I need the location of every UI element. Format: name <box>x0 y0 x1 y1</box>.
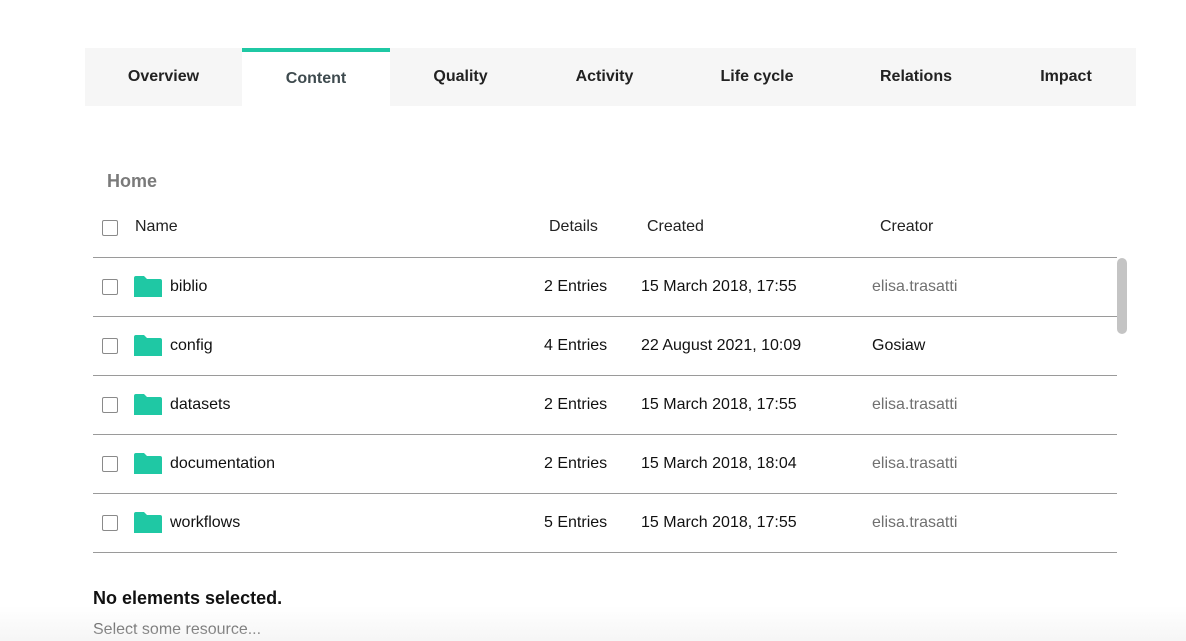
select-all-checkbox[interactable] <box>102 220 118 236</box>
column-header-details[interactable]: Details <box>549 218 598 236</box>
row-checkbox[interactable] <box>102 397 118 413</box>
tab-relations[interactable]: Relations <box>836 48 996 106</box>
row-checkbox[interactable] <box>102 338 118 354</box>
folder-icon <box>134 512 162 533</box>
row-details: 4 Entries <box>544 337 608 354</box>
column-header-name[interactable]: Name <box>135 218 178 236</box>
row-name[interactable]: workflows <box>170 514 240 532</box>
table-header: Name Details Created Creator <box>93 198 1117 258</box>
table-row[interactable]: workflows 5 Entries 15 March 2018, 17:55… <box>93 494 1117 553</box>
folder-icon <box>134 394 162 415</box>
row-details: 2 Entries <box>544 278 608 295</box>
tab-overview[interactable]: Overview <box>85 48 242 106</box>
tab-impact[interactable]: Impact <box>996 48 1136 106</box>
row-details: 2 Entries <box>544 455 608 472</box>
row-details: 2 Entries <box>544 396 608 413</box>
table-scrollbar-thumb[interactable] <box>1117 258 1127 334</box>
column-header-created[interactable]: Created <box>647 218 704 236</box>
row-checkbox[interactable] <box>102 456 118 472</box>
table-row[interactable]: biblio 2 Entries 15 March 2018, 17:55 el… <box>93 258 1117 317</box>
table-row[interactable]: datasets 2 Entries 15 March 2018, 17:55 … <box>93 376 1117 435</box>
row-creator: elisa.trasatti <box>872 455 958 472</box>
folder-icon <box>134 276 162 297</box>
tab-content[interactable]: Content <box>242 48 390 106</box>
tab-activity[interactable]: Activity <box>531 48 678 106</box>
row-details: 5 Entries <box>544 514 608 531</box>
row-created: 15 March 2018, 18:04 <box>641 455 797 472</box>
selection-status-hint: Select some resource... <box>93 621 262 638</box>
row-creator: Gosiaw <box>872 337 926 354</box>
row-name[interactable]: documentation <box>170 455 275 473</box>
row-checkbox[interactable] <box>102 279 118 295</box>
row-created: 15 March 2018, 17:55 <box>641 514 797 531</box>
row-name[interactable]: config <box>170 337 213 355</box>
folder-icon <box>134 335 162 356</box>
row-checkbox[interactable] <box>102 515 118 531</box>
column-header-creator[interactable]: Creator <box>880 218 933 236</box>
row-created: 22 August 2021, 10:09 <box>641 337 802 354</box>
breadcrumb-home[interactable]: Home <box>107 171 157 192</box>
row-creator: elisa.trasatti <box>872 396 958 413</box>
folder-icon <box>134 453 162 474</box>
row-creator: elisa.trasatti <box>872 514 958 531</box>
table-row[interactable]: config 4 Entries 22 August 2021, 10:09 G… <box>93 317 1117 376</box>
row-created: 15 March 2018, 17:55 <box>641 396 797 413</box>
file-table: Name Details Created Creator biblio 2 En… <box>93 198 1117 553</box>
tab-life-cycle[interactable]: Life cycle <box>678 48 836 106</box>
table-row[interactable]: documentation 2 Entries 15 March 2018, 1… <box>93 435 1117 494</box>
row-name[interactable]: datasets <box>170 396 230 414</box>
tab-bar: Overview Content Quality Activity Life c… <box>85 48 1136 106</box>
row-created: 15 March 2018, 17:55 <box>641 278 797 295</box>
row-name[interactable]: biblio <box>170 278 207 296</box>
selection-status-title: No elements selected. <box>93 588 283 608</box>
row-creator: elisa.trasatti <box>872 278 958 295</box>
tab-quality[interactable]: Quality <box>390 48 531 106</box>
